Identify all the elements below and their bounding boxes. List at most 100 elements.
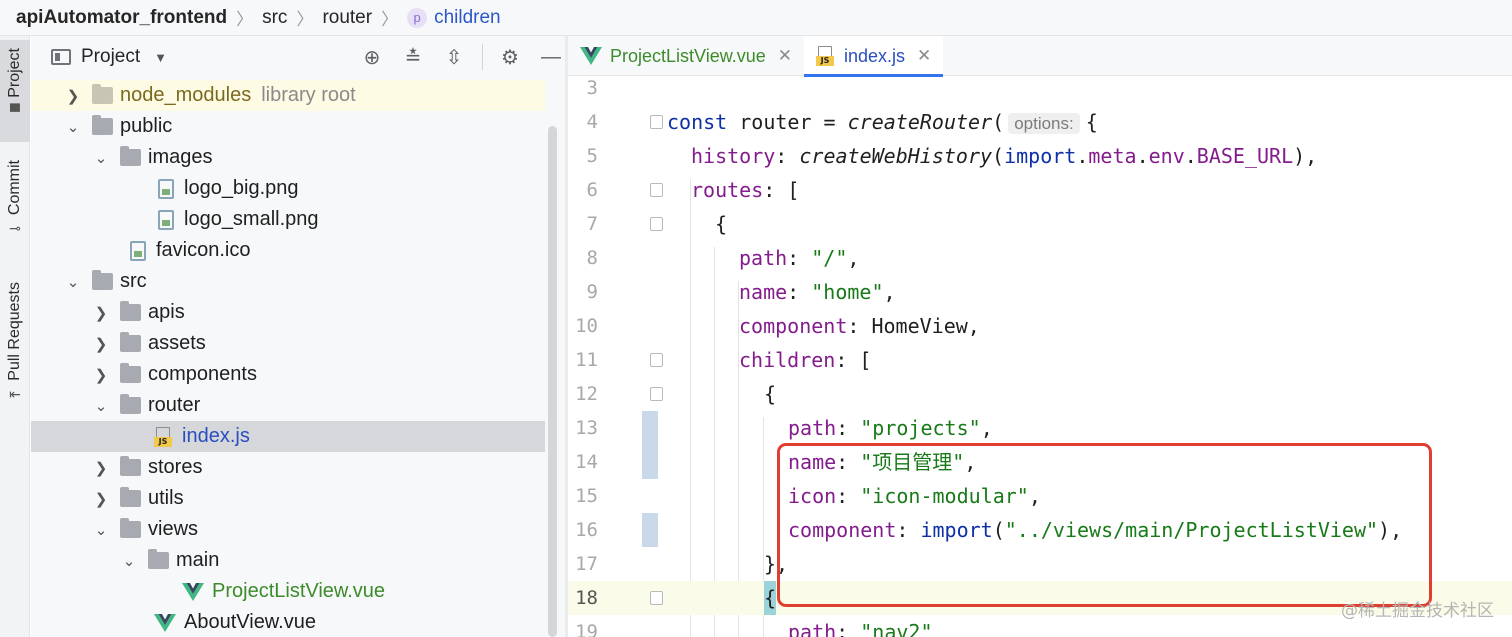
chevron-right-icon[interactable]: ❯	[92, 304, 110, 322]
folder-icon	[120, 487, 141, 507]
code-text: component: HomeView,	[739, 314, 980, 338]
line-number: 3	[586, 77, 598, 99]
folder-icon	[120, 518, 141, 538]
chevron-down-icon[interactable]: ⌄	[92, 149, 110, 167]
chevron-down-icon[interactable]: ▼	[154, 50, 167, 65]
tree-item-images[interactable]: ⌄ images	[31, 142, 545, 173]
code-area[interactable]: 3 4 const router = createRouter(options:…	[568, 77, 1512, 637]
chevron-right-icon[interactable]: ❯	[92, 459, 110, 477]
breadcrumb-children[interactable]: children	[434, 7, 501, 29]
code-line: 11 children: [	[568, 343, 1512, 377]
change-marker[interactable]	[642, 445, 658, 479]
folder-icon	[120, 146, 141, 166]
pull-requests-tool-label: Pull Requests	[6, 282, 23, 381]
tree-item-label: main	[176, 549, 220, 571]
tree-item-apis[interactable]: ❯ apis	[31, 297, 545, 328]
code-line: 4 const router = createRouter(options:{	[568, 105, 1512, 139]
image-file-icon	[158, 209, 174, 230]
chevron-down-icon[interactable]: ⌄	[64, 118, 82, 136]
commit-tool-button[interactable]: Commit ⊸	[0, 160, 30, 260]
line-number: 11	[575, 349, 598, 371]
chevron-right-icon: 〉	[296, 10, 314, 29]
js-file-icon: JS	[816, 46, 835, 66]
chevron-right-icon[interactable]: ❯	[92, 490, 110, 508]
tab-label: ProjectListView.vue	[610, 45, 766, 66]
locate-icon[interactable]: ⊕	[359, 44, 385, 70]
tab-project-list-view[interactable]: ProjectListView.vue ✕	[568, 36, 804, 76]
line-number: 18	[575, 587, 598, 609]
line-number: 17	[575, 553, 598, 575]
code-text: children: [	[739, 348, 872, 372]
tree-item-assets[interactable]: ❯ assets	[31, 328, 545, 359]
tree-item-components[interactable]: ❯ components	[31, 359, 545, 390]
tree-item-label: public	[120, 115, 173, 137]
collapse-all-icon[interactable]: ⇳	[441, 44, 467, 70]
gear-icon[interactable]: ⚙	[497, 44, 523, 70]
fold-marker-icon[interactable]	[650, 591, 663, 605]
code-text: {	[764, 382, 777, 406]
tree-item-label: favicon.ico	[156, 239, 251, 261]
pull-requests-tool-button[interactable]: Pull Requests ⇤	[0, 282, 30, 422]
tree-item-node-modules[interactable]: ❯ node_modules library root	[31, 80, 545, 111]
folder-icon	[120, 332, 141, 352]
tree-item-label: images	[148, 146, 213, 168]
minimize-icon[interactable]: —	[538, 44, 564, 70]
tree-scrollbar[interactable]	[548, 126, 557, 637]
code-line: 6 routes: [	[568, 173, 1512, 207]
line-number: 7	[586, 213, 598, 235]
change-marker[interactable]	[642, 411, 658, 445]
chevron-right-icon[interactable]: ❯	[92, 335, 110, 353]
tree-item-label: assets	[148, 332, 206, 354]
close-icon[interactable]: ✕	[917, 46, 931, 66]
tree-item-main[interactable]: ⌄ main	[31, 545, 545, 576]
commit-tool-label: Commit	[6, 160, 23, 216]
tree-item-project-list-view[interactable]: ProjectListView.vue	[31, 576, 545, 607]
code-text: path: "/",	[739, 246, 860, 270]
folder-icon	[92, 115, 113, 135]
fold-marker-icon[interactable]	[650, 115, 663, 129]
tree-item-views[interactable]: ⌄ views	[31, 514, 545, 545]
tree-item-public[interactable]: ⌄ public	[31, 111, 545, 142]
code-line: 13 path: "projects",	[568, 411, 1512, 445]
breadcrumb-router[interactable]: router	[322, 7, 372, 29]
tab-index-js[interactable]: JS index.js ✕	[804, 36, 944, 77]
change-marker[interactable]	[642, 513, 658, 547]
close-icon[interactable]: ✕	[778, 46, 792, 66]
tree-item-src[interactable]: ⌄ src	[31, 266, 545, 297]
tree-item-label: AboutView.vue	[184, 611, 316, 633]
breadcrumb-src[interactable]: src	[262, 7, 287, 29]
tree-item-index-js[interactable]: JS index.js	[31, 421, 545, 452]
tree-item-router[interactable]: ⌄ router	[31, 390, 545, 421]
project-view-selector[interactable]: Project	[81, 46, 140, 68]
fold-marker-icon[interactable]	[650, 353, 663, 367]
tree-item-stores[interactable]: ❯ stores	[31, 452, 545, 483]
chevron-down-icon[interactable]: ⌄	[92, 521, 110, 539]
tree-item-utils[interactable]: ❯ utils	[31, 483, 545, 514]
chevron-right-icon[interactable]: ❯	[64, 87, 82, 105]
code-text: const router = createRouter(options:{	[667, 110, 1098, 134]
breadcrumb-project[interactable]: apiAutomator_frontend	[16, 7, 227, 29]
tree-item-favicon[interactable]: favicon.ico	[31, 235, 545, 266]
project-tool-button[interactable]: Project ▀	[0, 40, 30, 142]
tree-item-logo-small[interactable]: logo_small.png	[31, 204, 545, 235]
fold-marker-icon[interactable]	[650, 183, 663, 197]
chevron-down-icon[interactable]: ⌄	[64, 273, 82, 291]
line-number: 16	[575, 519, 598, 541]
expand-all-icon[interactable]: ≛	[400, 44, 426, 70]
tab-label: index.js	[844, 45, 906, 66]
tree-item-about-view[interactable]: AboutView.vue	[31, 607, 545, 637]
chevron-down-icon[interactable]: ⌄	[120, 552, 138, 570]
tree-item-hint: library root	[261, 84, 356, 106]
line-number: 19	[575, 621, 598, 637]
tree-item-label: index.js	[182, 425, 250, 447]
fold-marker-icon[interactable]	[650, 387, 663, 401]
fold-marker-icon[interactable]	[650, 217, 663, 231]
code-line: 9 name: "home",	[568, 275, 1512, 309]
tree-item-label: utils	[148, 487, 184, 509]
chevron-right-icon[interactable]: ❯	[92, 366, 110, 384]
tree-item-logo-big[interactable]: logo_big.png	[31, 173, 545, 204]
line-number: 15	[575, 485, 598, 507]
chevron-down-icon[interactable]: ⌄	[92, 397, 110, 415]
code-line: 12 {	[568, 377, 1512, 411]
tool-window-stripe: Project ▀ Commit ⊸ Pull Requests ⇤	[0, 36, 30, 637]
